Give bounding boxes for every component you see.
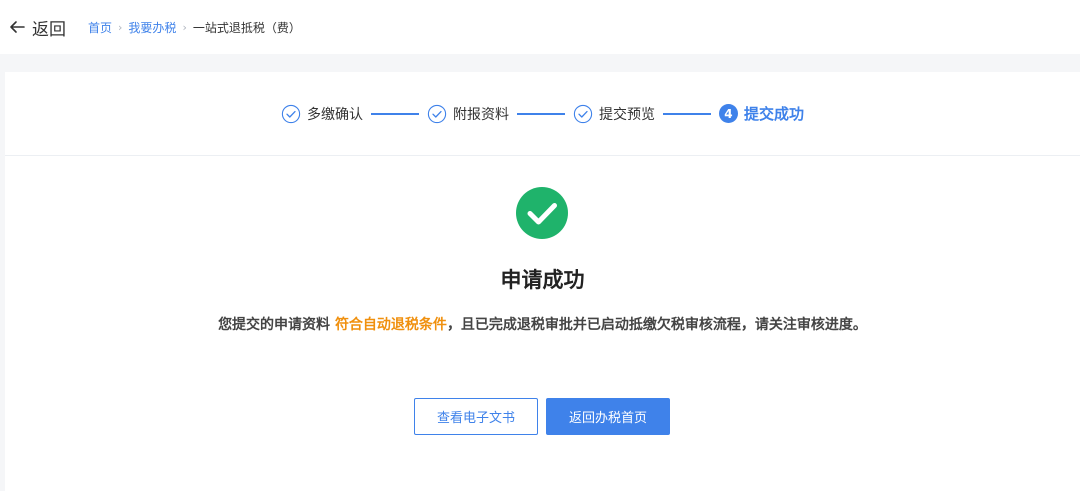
view-document-button[interactable]: 查看电子文书 (414, 398, 538, 435)
breadcrumb: 首页 › 我要办税 › 一站式退抵税（费） (88, 19, 301, 36)
step-label: 多缴确认 (306, 106, 363, 123)
breadcrumb-separator: › (118, 20, 123, 34)
step-label: 提交预览 (598, 106, 655, 123)
progress-steps: 多缴确认 附报资料 提交预览 4 提交成功 (5, 72, 1080, 156)
breadcrumb-section[interactable]: 我要办税 (128, 19, 176, 36)
top-bar: 返回 首页 › 我要办税 › 一站式退抵税（费） (0, 0, 1080, 54)
check-circle-icon (281, 104, 301, 123)
step-connector (662, 112, 711, 115)
back-button[interactable]: 返回 (8, 15, 66, 40)
breadcrumb-current: 一站式退抵税（费） (192, 20, 301, 35)
step-connector (516, 112, 565, 115)
arrow-left-icon (10, 21, 25, 33)
check-circle-icon (573, 104, 593, 123)
success-check-icon (516, 187, 568, 239)
step-4: 4 提交成功 (718, 103, 804, 124)
result-message-prefix: 您提交的申请资料 (218, 317, 331, 333)
result-message-suffix: ，且已完成退税审批并已启动抵缴欠税审核流程，请关注审核进度。 (446, 317, 867, 333)
back-label: 返回 (32, 19, 66, 40)
result-message: 您提交的申请资料 符合自动退税条件，且已完成退税审批并已启动抵缴欠税审核流程，请… (5, 314, 1080, 334)
check-circle-icon (427, 104, 447, 123)
result-message-highlight: 符合自动退税条件 (334, 317, 447, 333)
step-number-badge: 4 (718, 104, 738, 123)
step-connector (370, 112, 419, 115)
breadcrumb-separator: › (182, 20, 187, 34)
step-label: 附报资料 (452, 106, 509, 123)
result-title: 申请成功 (500, 268, 585, 292)
step-label-active: 提交成功 (743, 105, 804, 123)
step-2: 附报资料 (427, 104, 509, 124)
step-1: 多缴确认 (281, 104, 363, 124)
step-3: 提交预览 (573, 104, 655, 124)
back-home-button[interactable]: 返回办税首页 (546, 398, 670, 435)
breadcrumb-home[interactable]: 首页 (88, 19, 112, 36)
main-card: 多缴确认 附报资料 提交预览 4 提交成功 申请成功 您提交的申请资料 符合自动… (5, 72, 1080, 491)
